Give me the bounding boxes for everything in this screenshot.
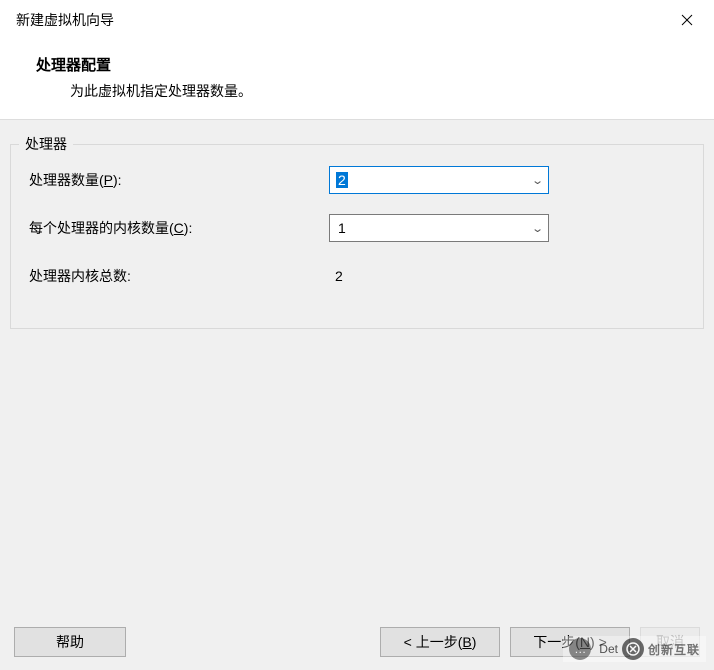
- brand-logo-icon: [622, 638, 644, 660]
- watermark: … Det 创新互联: [563, 636, 706, 662]
- close-icon: [681, 14, 693, 26]
- accelerator-key: B: [462, 634, 471, 650]
- label-text: 每个处理器的内核数量(: [29, 220, 174, 236]
- combobox-value: 1: [336, 220, 348, 236]
- back-button[interactable]: < 上一步(B): [380, 627, 500, 657]
- accelerator-key: P: [104, 172, 113, 188]
- close-button[interactable]: [664, 4, 710, 36]
- chevron-down-icon: ⌄: [531, 174, 544, 187]
- help-button[interactable]: 帮助: [14, 627, 126, 657]
- page-heading: 处理器配置: [36, 54, 714, 75]
- combobox-value: 2: [336, 172, 348, 188]
- processor-count-row: 处理器数量(P): 2 ⌄: [29, 166, 685, 194]
- label-text: ):: [184, 220, 193, 236]
- chat-bubble-icon: …: [569, 638, 591, 660]
- total-cores-value: 2: [329, 268, 343, 284]
- titlebar: 新建虚拟机向导: [0, 0, 714, 40]
- watermark-chat-label: Det: [599, 642, 618, 656]
- chevron-down-icon: ⌄: [531, 222, 544, 235]
- groupbox-title: 处理器: [19, 134, 73, 154]
- total-cores-row: 处理器内核总数: 2: [29, 262, 685, 290]
- wizard-header: 处理器配置 为此虚拟机指定处理器数量。: [0, 40, 714, 120]
- watermark-brand-text: 创新互联: [648, 641, 700, 658]
- processor-count-label: 处理器数量(P):: [29, 170, 329, 190]
- cores-per-processor-combobox[interactable]: 1 ⌄: [329, 214, 549, 242]
- processors-groupbox: 处理器 处理器数量(P): 2 ⌄ 每个处理器的内核数量(C): 1 ⌄: [10, 144, 704, 329]
- label-text: ): [472, 634, 477, 650]
- label-text: ):: [113, 172, 122, 188]
- cores-per-processor-row: 每个处理器的内核数量(C): 1 ⌄: [29, 214, 685, 242]
- cores-per-processor-label: 每个处理器的内核数量(C):: [29, 218, 329, 238]
- accelerator-key: C: [174, 220, 184, 236]
- window-title: 新建虚拟机向导: [16, 10, 114, 30]
- label-text: 处理器数量(: [29, 172, 104, 188]
- total-cores-label: 处理器内核总数:: [29, 266, 329, 286]
- wizard-dialog: 新建虚拟机向导 处理器配置 为此虚拟机指定处理器数量。 处理器 处理器数量(P)…: [0, 0, 714, 670]
- page-subheading: 为此虚拟机指定处理器数量。: [36, 81, 714, 101]
- processor-count-combobox[interactable]: 2 ⌄: [329, 166, 549, 194]
- label-text: < 上一步(: [404, 632, 463, 652]
- wizard-body: 处理器 处理器数量(P): 2 ⌄ 每个处理器的内核数量(C): 1 ⌄: [0, 120, 714, 614]
